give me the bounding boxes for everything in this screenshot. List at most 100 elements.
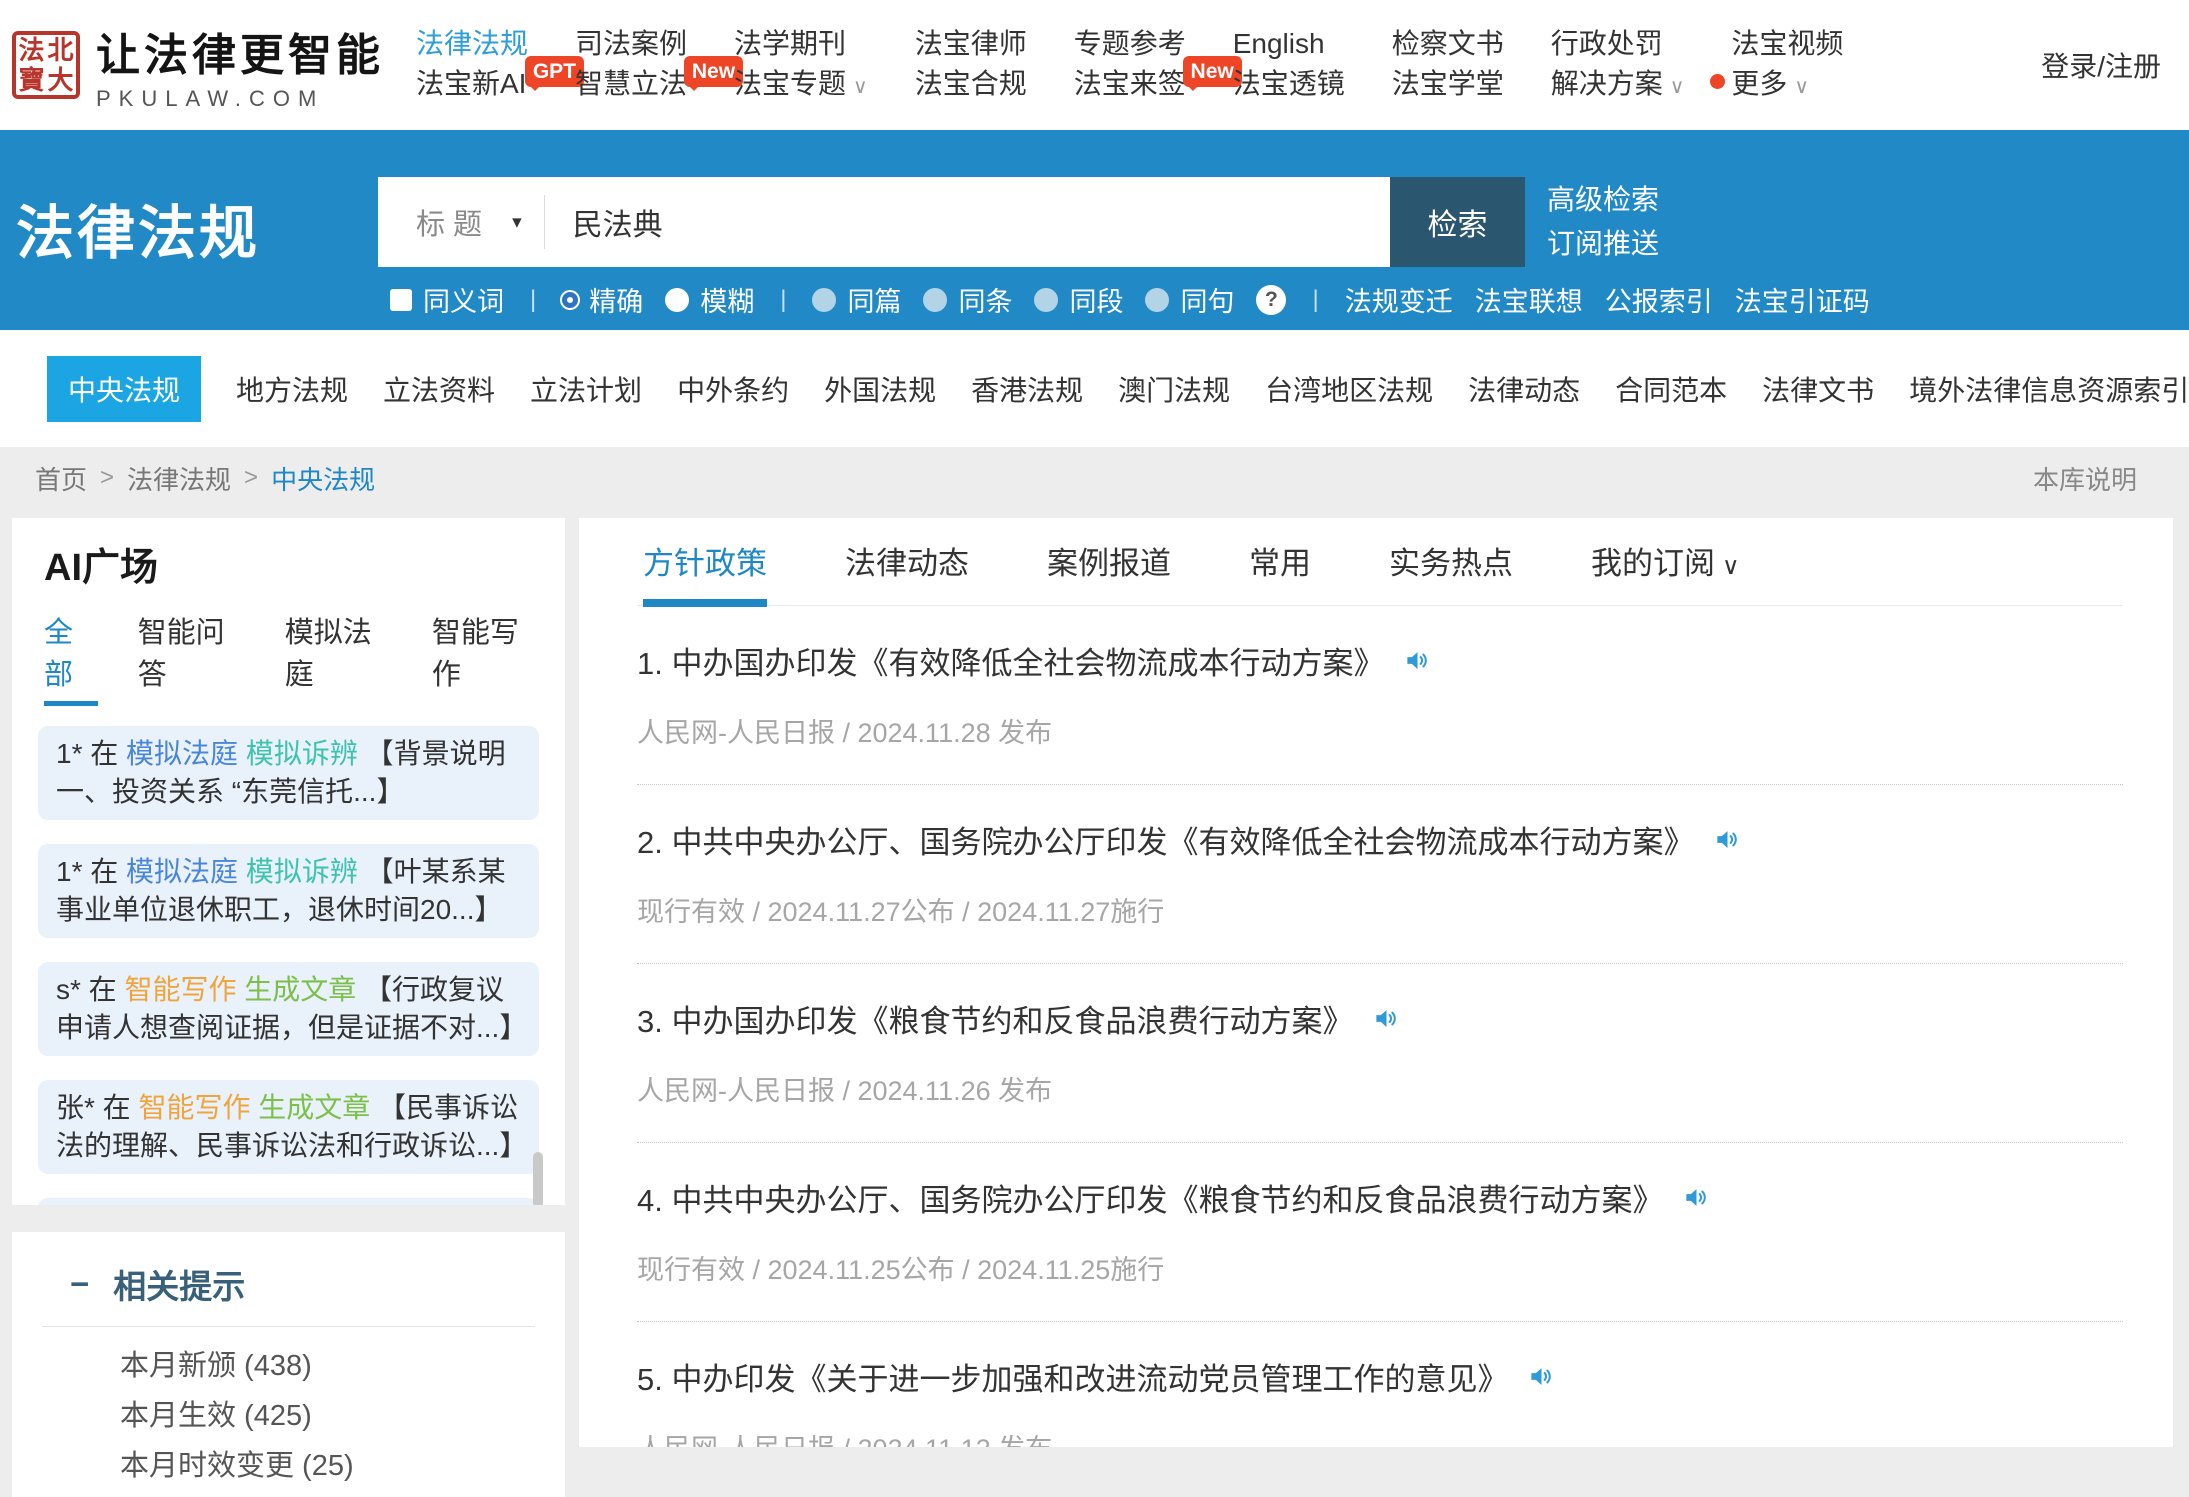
breadcrumb-item-1[interactable]: 首页 bbox=[35, 460, 87, 497]
library-tab-12[interactable]: 法律文书 bbox=[1762, 356, 1874, 422]
news-item-title[interactable]: 4. 中共中央办公厅、国务院办公厅印发《粮食节约和反食品浪费行动方案》 bbox=[637, 1175, 2123, 1220]
ai-feed-item[interactable]: 张* 在 智能写作 生成文章 【民事诉讼法的理解、民事诉讼法和行政诉讼...】 bbox=[38, 1080, 539, 1174]
speaker-icon[interactable] bbox=[1373, 1005, 1400, 1032]
nav-group-6[interactable]: English法宝透镜 bbox=[1233, 24, 1345, 107]
speaker-icon[interactable] bbox=[1528, 1363, 1555, 1390]
library-tab-11[interactable]: 合同范本 bbox=[1615, 356, 1727, 422]
related-tip-1[interactable]: 本月新颁 (438) bbox=[120, 1341, 535, 1391]
content-tab-4[interactable]: 常用 bbox=[1249, 538, 1311, 605]
ai-feed-item[interactable]: 1* 在 智能问答 提问 【债务加入条款示例...】 bbox=[38, 1198, 539, 1205]
nav-item-top[interactable]: 专题参考 bbox=[1074, 24, 1186, 64]
ai-tab-3[interactable]: 模拟法庭 bbox=[285, 609, 392, 706]
content-tab-1[interactable]: 方针政策 bbox=[643, 538, 767, 605]
advanced-search-link[interactable]: 高级检索 bbox=[1547, 182, 1659, 218]
match-option-filled[interactable]: 模糊 bbox=[665, 280, 754, 319]
scope-option[interactable]: 同句 bbox=[1145, 280, 1234, 319]
nav-group-3[interactable]: 法学期刊法宝专题∨ bbox=[734, 24, 868, 107]
nav-item-bottom[interactable]: 智慧立法 bbox=[575, 64, 687, 104]
nav-group-5[interactable]: 专题参考法宝来签New bbox=[1074, 24, 1186, 107]
content-tab-5[interactable]: 实务热点 bbox=[1389, 538, 1513, 605]
banner-link-1[interactable]: 法规变迁 bbox=[1345, 280, 1453, 319]
subscribe-push-link[interactable]: 订阅推送 bbox=[1547, 226, 1659, 262]
ai-feed-item[interactable]: 1* 在 模拟法庭 模拟诉辨 【叶某系某事业单位退休职工，退休时间20...】 bbox=[38, 844, 539, 938]
library-tab-6[interactable]: 外国法规 bbox=[824, 356, 936, 422]
news-item-title[interactable]: 3. 中办国办印发《粮食节约和反食品浪费行动方案》 bbox=[637, 996, 2123, 1041]
banner-link-3[interactable]: 公报索引 bbox=[1605, 280, 1713, 319]
nav-item-bottom[interactable]: 法宝透镜 bbox=[1233, 64, 1345, 104]
scope-option[interactable]: 同篇 bbox=[812, 280, 901, 319]
related-tip-3[interactable]: 本月时效变更 (25) bbox=[120, 1441, 535, 1491]
ai-feed-item[interactable]: 1* 在 模拟法庭 模拟诉辨 【背景说明 一、投资关系 “东莞信托...】 bbox=[38, 726, 539, 820]
nav-group-8[interactable]: 行政处罚解决方案∨ bbox=[1551, 24, 1685, 107]
search-button[interactable]: 检索 bbox=[1390, 177, 1525, 267]
search-input[interactable] bbox=[545, 177, 1390, 267]
library-description-link[interactable]: 本库说明 bbox=[2033, 460, 2137, 497]
nav-item-bottom[interactable]: 更多∨ bbox=[1731, 64, 1843, 107]
library-tab-9[interactable]: 台湾地区法规 bbox=[1265, 356, 1433, 422]
nav-item-bottom[interactable]: 解决方案∨ bbox=[1551, 64, 1685, 107]
radio-muted-icon[interactable] bbox=[812, 288, 836, 312]
banner-link-4[interactable]: 法宝引证码 bbox=[1735, 280, 1870, 319]
library-tab-8[interactable]: 澳门法规 bbox=[1118, 356, 1230, 422]
nav-item-top[interactable]: 行政处罚 bbox=[1551, 24, 1685, 64]
help-icon[interactable]: ? bbox=[1256, 285, 1286, 315]
content-tab-2[interactable]: 法律动态 bbox=[845, 538, 969, 605]
synonym-checkbox[interactable] bbox=[390, 289, 412, 311]
nav-item-bottom[interactable]: 法宝学堂 bbox=[1392, 64, 1504, 104]
nav-group-1[interactable]: 法律法规法宝新AIGPT bbox=[416, 24, 528, 107]
nav-item-top[interactable]: 法宝律师 bbox=[915, 24, 1027, 64]
library-tab-1[interactable]: 中央法规 bbox=[47, 356, 201, 422]
library-tab-3[interactable]: 立法资料 bbox=[383, 356, 495, 422]
content-tab-3[interactable]: 案例报道 bbox=[1047, 538, 1171, 605]
scope-option[interactable]: 同条 bbox=[923, 280, 1012, 319]
radio-muted-icon[interactable] bbox=[1034, 288, 1058, 312]
nav-group-9[interactable]: 法宝视频更多∨ bbox=[1731, 24, 1843, 107]
content-tab-6[interactable]: 我的订阅∨ bbox=[1591, 538, 1740, 605]
speaker-icon[interactable] bbox=[1404, 647, 1431, 674]
related-tip-2[interactable]: 本月生效 (425) bbox=[120, 1391, 535, 1441]
nav-item-bottom[interactable]: 法宝来签 bbox=[1074, 64, 1186, 104]
search-field-selector[interactable]: 标 题 ▾ bbox=[378, 195, 545, 249]
nav-item-bottom[interactable]: 法宝合规 bbox=[915, 64, 1027, 104]
nav-item-top[interactable]: 司法案例 bbox=[575, 24, 687, 64]
library-tab-10[interactable]: 法律动态 bbox=[1468, 356, 1580, 422]
news-item-title[interactable]: 5. 中办印发《关于进一步加强和改进流动党员管理工作的意见》 bbox=[637, 1354, 2123, 1399]
news-item-title[interactable]: 1. 中办国办印发《有效降低全社会物流成本行动方案》 bbox=[637, 638, 2123, 683]
nav-item-top[interactable]: English bbox=[1233, 24, 1345, 64]
radio-selected-icon[interactable] bbox=[562, 292, 578, 308]
library-tab-4[interactable]: 立法计划 bbox=[530, 356, 642, 422]
synonym-option[interactable]: 同义词 bbox=[390, 280, 504, 319]
nav-item-top[interactable]: 法学期刊 bbox=[734, 24, 868, 64]
nav-group-2[interactable]: 司法案例智慧立法New bbox=[575, 24, 687, 107]
speaker-icon[interactable] bbox=[1683, 1184, 1710, 1211]
collapse-icon[interactable]: − bbox=[70, 1265, 89, 1303]
library-tab-7[interactable]: 香港法规 bbox=[971, 356, 1083, 422]
nav-group-7[interactable]: 检察文书法宝学堂 bbox=[1392, 24, 1504, 107]
breadcrumb-item-3[interactable]: 中央法规 bbox=[271, 460, 375, 497]
radio-muted-icon[interactable] bbox=[1145, 288, 1169, 312]
nav-item-top[interactable]: 法律法规 bbox=[416, 24, 528, 64]
ai-tab-2[interactable]: 智能问答 bbox=[138, 609, 245, 706]
nav-item-bottom[interactable]: 法宝专题∨ bbox=[734, 64, 868, 107]
news-item-title[interactable]: 2. 中共中央办公厅、国务院办公厅印发《有效降低全社会物流成本行动方案》 bbox=[637, 817, 2123, 862]
ai-feed-item[interactable]: s* 在 智能写作 生成文章 【行政复议申请人想查阅证据，但是证据不对...】 bbox=[38, 962, 539, 1056]
library-tab-2[interactable]: 地方法规 bbox=[236, 356, 348, 422]
ai-tab-1[interactable]: 全部 bbox=[44, 609, 98, 706]
nav-group-4[interactable]: 法宝律师法宝合规 bbox=[915, 24, 1027, 107]
scrollbar-thumb[interactable] bbox=[533, 1152, 543, 1205]
scope-option[interactable]: 同段 bbox=[1034, 280, 1123, 319]
login-register-link[interactable]: 登录/注册 bbox=[2041, 45, 2161, 85]
radio-filled-icon[interactable] bbox=[665, 288, 689, 312]
match-option-selected[interactable]: 精确 bbox=[562, 280, 643, 319]
site-logo[interactable]: 法北寶大 让法律更智能 PKULAW.COM bbox=[12, 19, 384, 112]
library-tab-13[interactable]: 境外法律信息资源索引 bbox=[1909, 356, 2189, 422]
library-tab-5[interactable]: 中外条约 bbox=[677, 356, 789, 422]
nav-item-top[interactable]: 法宝视频 bbox=[1731, 24, 1843, 64]
breadcrumb-item-2[interactable]: 法律法规 bbox=[127, 460, 231, 497]
radio-muted-icon[interactable] bbox=[923, 288, 947, 312]
banner-link-2[interactable]: 法宝联想 bbox=[1475, 280, 1583, 319]
ai-tab-4[interactable]: 智能写作 bbox=[432, 609, 539, 706]
speaker-icon[interactable] bbox=[1714, 826, 1741, 853]
nav-item-top[interactable]: 检察文书 bbox=[1392, 24, 1504, 64]
nav-item-bottom[interactable]: 法宝新AI bbox=[416, 64, 528, 104]
